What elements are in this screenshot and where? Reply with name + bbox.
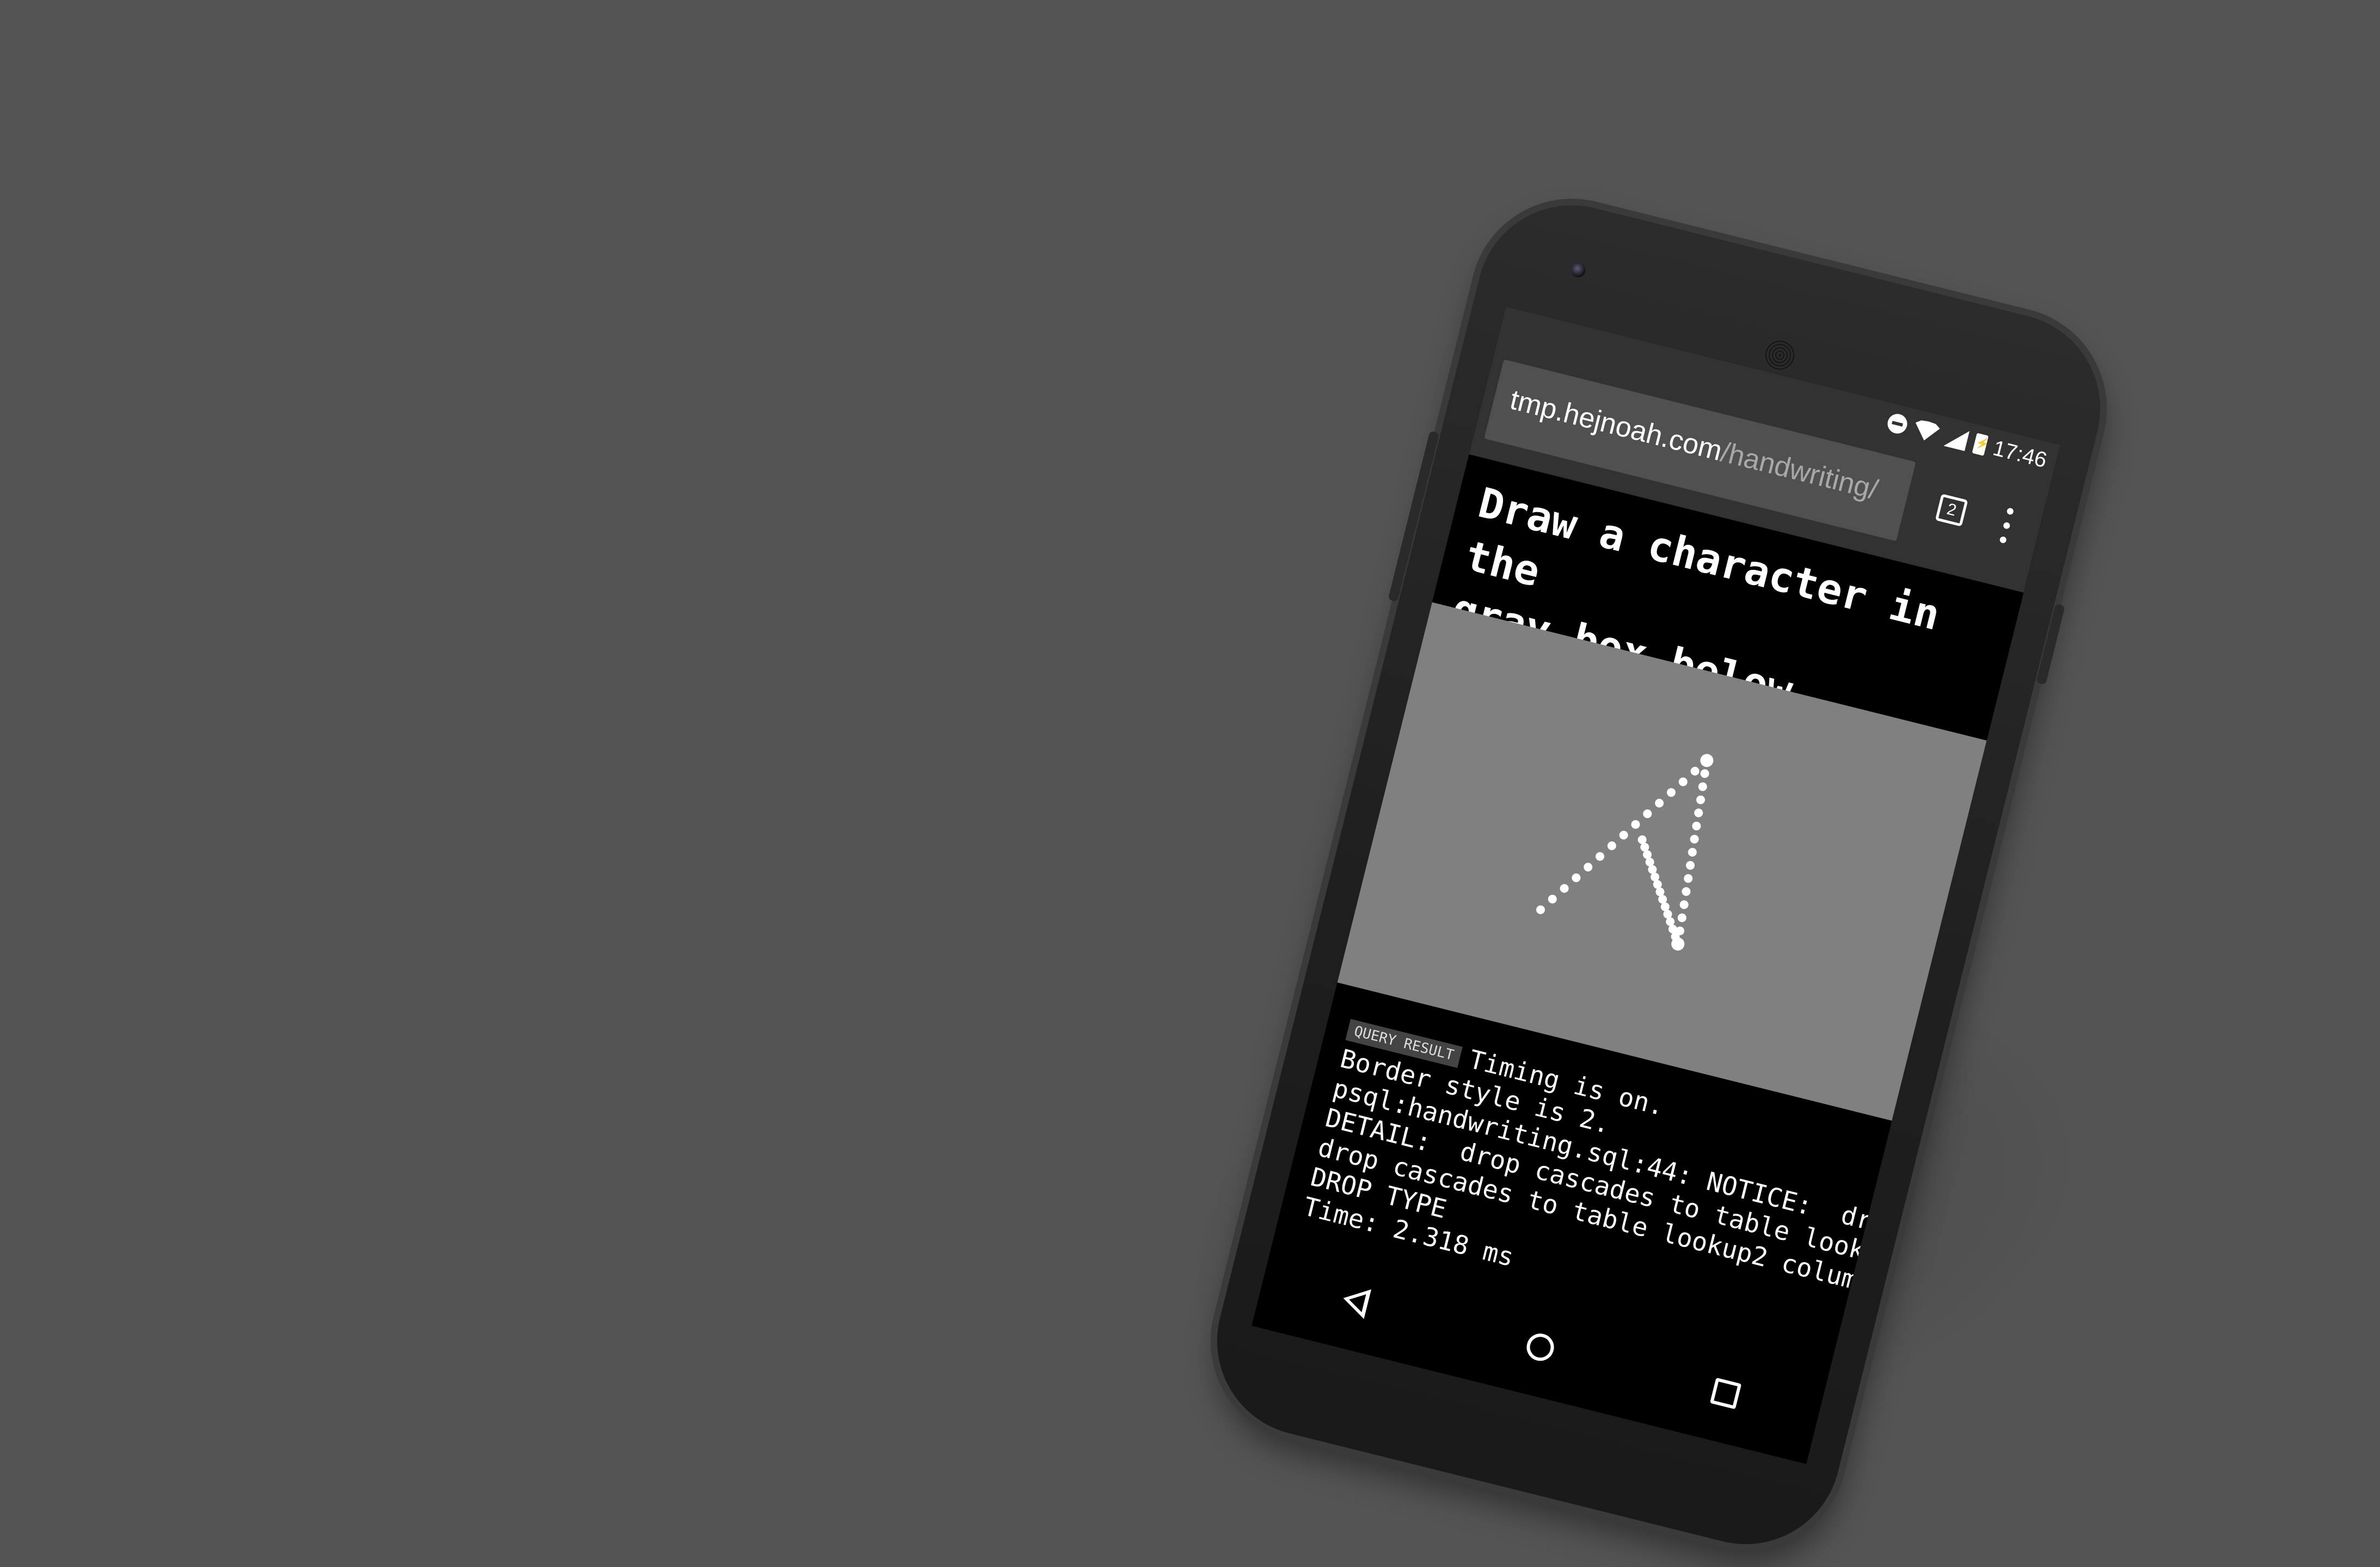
status-clock: 17:46 [1990,435,2050,472]
stroke-point [1684,874,1693,883]
stroke-point [1692,821,1701,831]
stroke-point [1678,777,1688,786]
stroke-point [1700,769,1709,778]
stroke-point [1682,887,1691,896]
stroke-point [1698,782,1707,791]
back-icon[interactable] [1339,1283,1371,1319]
power-button [2035,603,2065,685]
volume-button [1388,431,1440,603]
stroke-point [1631,820,1640,829]
recent-apps-icon[interactable] [1709,1378,1742,1410]
stroke-point [1560,884,1569,893]
tab-switcher-button[interactable]: 2 [1935,494,1968,527]
stroke-point [1679,900,1689,910]
stroke-point [1677,913,1686,923]
home-icon[interactable] [1524,1330,1557,1364]
stroke-point [1536,905,1545,914]
overflow-menu-icon[interactable] [1993,502,2020,549]
do-not-disturb-icon [1885,411,1910,436]
wifi-icon [1912,419,1941,444]
url-host: tmp.hejnoah.com [1507,384,1726,468]
battery-charging-icon [1972,433,1989,456]
stroke-point [1686,861,1695,870]
stroke-point [1548,894,1557,904]
stroke-point [1666,788,1676,797]
stroke-point [1690,766,1700,776]
stroke-point [1643,809,1652,819]
front-camera [1569,261,1587,279]
earpiece-speaker [1760,335,1800,375]
signal-icon [1943,426,1970,451]
stroke-point [1694,808,1703,818]
stroke-point [1572,873,1581,882]
stroke-point [1584,863,1593,872]
stroke-point [1619,831,1628,840]
url-path: /handwriting/ [1717,436,1881,506]
stroke-point [1596,852,1605,861]
stroke-point [1688,847,1697,857]
stroke-point [1690,834,1699,844]
stroke-point [1655,798,1664,808]
stroke-point [1696,795,1705,804]
stroke-point [1607,841,1616,850]
